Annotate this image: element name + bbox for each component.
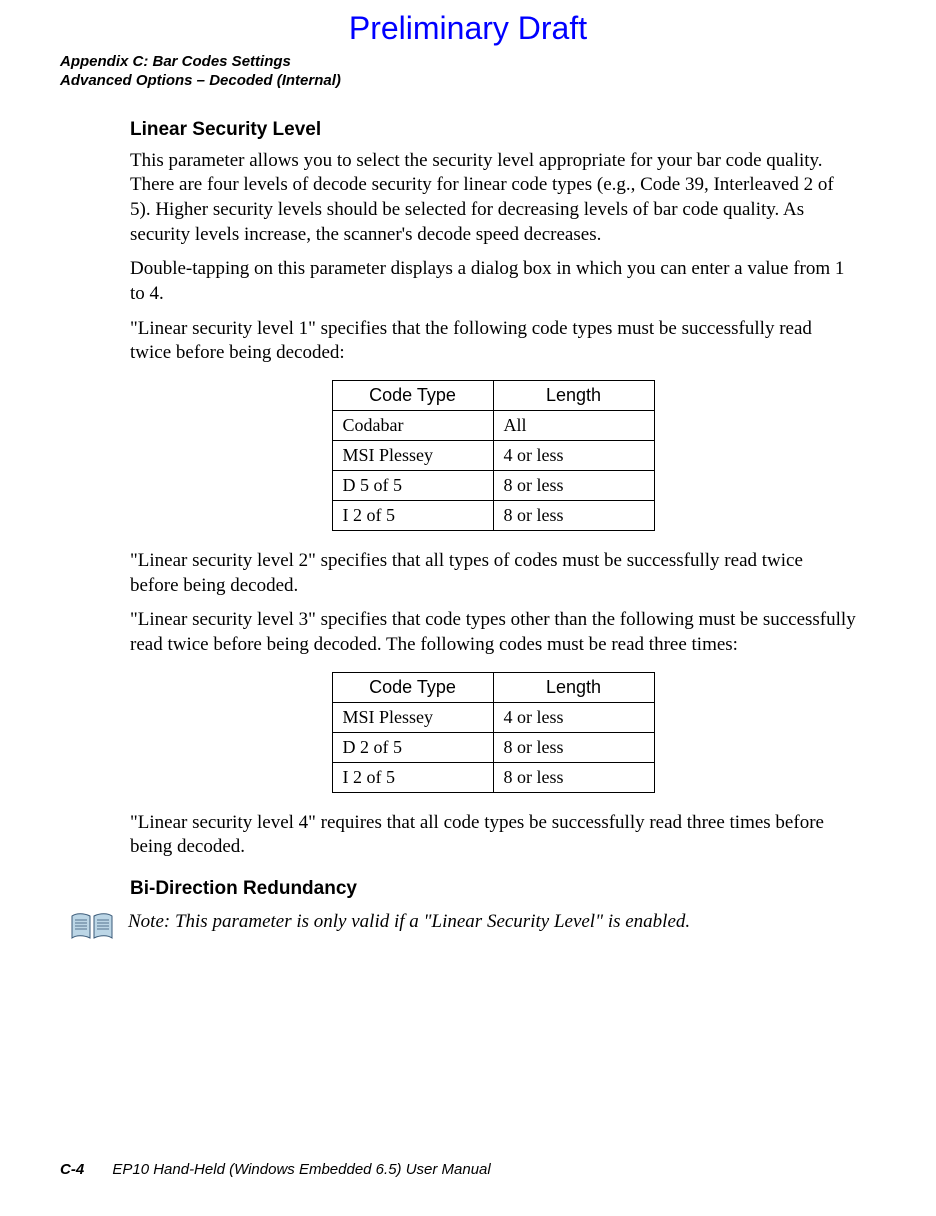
- table-cell: 4 or less: [493, 702, 654, 732]
- table-cell: MSI Plessey: [332, 702, 493, 732]
- table-cell: All: [493, 411, 654, 441]
- table-row: D 2 of 5 8 or less: [332, 732, 654, 762]
- table-header: Length: [493, 672, 654, 702]
- table-row: Codabar All: [332, 411, 654, 441]
- table-row: MSI Plessey 4 or less: [332, 441, 654, 471]
- table-cell: 8 or less: [493, 762, 654, 792]
- table-header: Code Type: [332, 381, 493, 411]
- table-cell: 8 or less: [493, 732, 654, 762]
- paragraph: "Linear security level 3" specifies that…: [130, 608, 856, 657]
- paragraph: "Linear security level 4" requires that …: [130, 811, 856, 860]
- paragraph: "Linear security level 1" specifies that…: [130, 317, 856, 366]
- table-cell: I 2 of 5: [332, 501, 493, 531]
- content-area: Linear Security Level This parameter all…: [130, 119, 856, 948]
- table-cell: 8 or less: [493, 471, 654, 501]
- note-block: Note: This parameter is only valid if a …: [70, 910, 856, 947]
- table-row: I 2 of 5 8 or less: [332, 762, 654, 792]
- table-row: MSI Plessey 4 or less: [332, 702, 654, 732]
- footer-doc-title: EP10 Hand-Held (Windows Embedded 6.5) Us…: [112, 1161, 490, 1178]
- table-security-level-3: Code Type Length MSI Plessey 4 or less D…: [332, 672, 655, 793]
- table-cell: 8 or less: [493, 501, 654, 531]
- table-cell: D 5 of 5: [332, 471, 493, 501]
- section-title-linear-security: Linear Security Level: [130, 119, 856, 141]
- note-text: Note: This parameter is only valid if a …: [128, 910, 690, 935]
- book-icon: [70, 912, 114, 947]
- preliminary-draft-banner: Preliminary Draft: [60, 10, 876, 47]
- table-cell: I 2 of 5: [332, 762, 493, 792]
- table-row: D 5 of 5 8 or less: [332, 471, 654, 501]
- paragraph: This parameter allows you to select the …: [130, 149, 856, 248]
- section-title-bi-direction: Bi-Direction Redundancy: [130, 878, 856, 900]
- page-footer: C-4 EP10 Hand-Held (Windows Embedded 6.5…: [60, 1161, 491, 1178]
- header-line-2: Advanced Options – Decoded (Internal): [60, 72, 876, 91]
- header-line-1: Appendix C: Bar Codes Settings: [60, 53, 876, 72]
- table-header: Length: [493, 381, 654, 411]
- paragraph: Double-tapping on this parameter display…: [130, 257, 856, 306]
- page: Preliminary Draft Appendix C: Bar Codes …: [0, 0, 936, 1216]
- table-row: I 2 of 5 8 or less: [332, 501, 654, 531]
- table-header: Code Type: [332, 672, 493, 702]
- table-cell: D 2 of 5: [332, 732, 493, 762]
- table-security-level-1: Code Type Length Codabar All MSI Plessey…: [332, 380, 655, 531]
- table-cell: 4 or less: [493, 441, 654, 471]
- running-header: Appendix C: Bar Codes Settings Advanced …: [60, 53, 876, 91]
- paragraph: "Linear security level 2" specifies that…: [130, 549, 856, 598]
- table-cell: MSI Plessey: [332, 441, 493, 471]
- page-number: C-4: [60, 1161, 84, 1178]
- table-cell: Codabar: [332, 411, 493, 441]
